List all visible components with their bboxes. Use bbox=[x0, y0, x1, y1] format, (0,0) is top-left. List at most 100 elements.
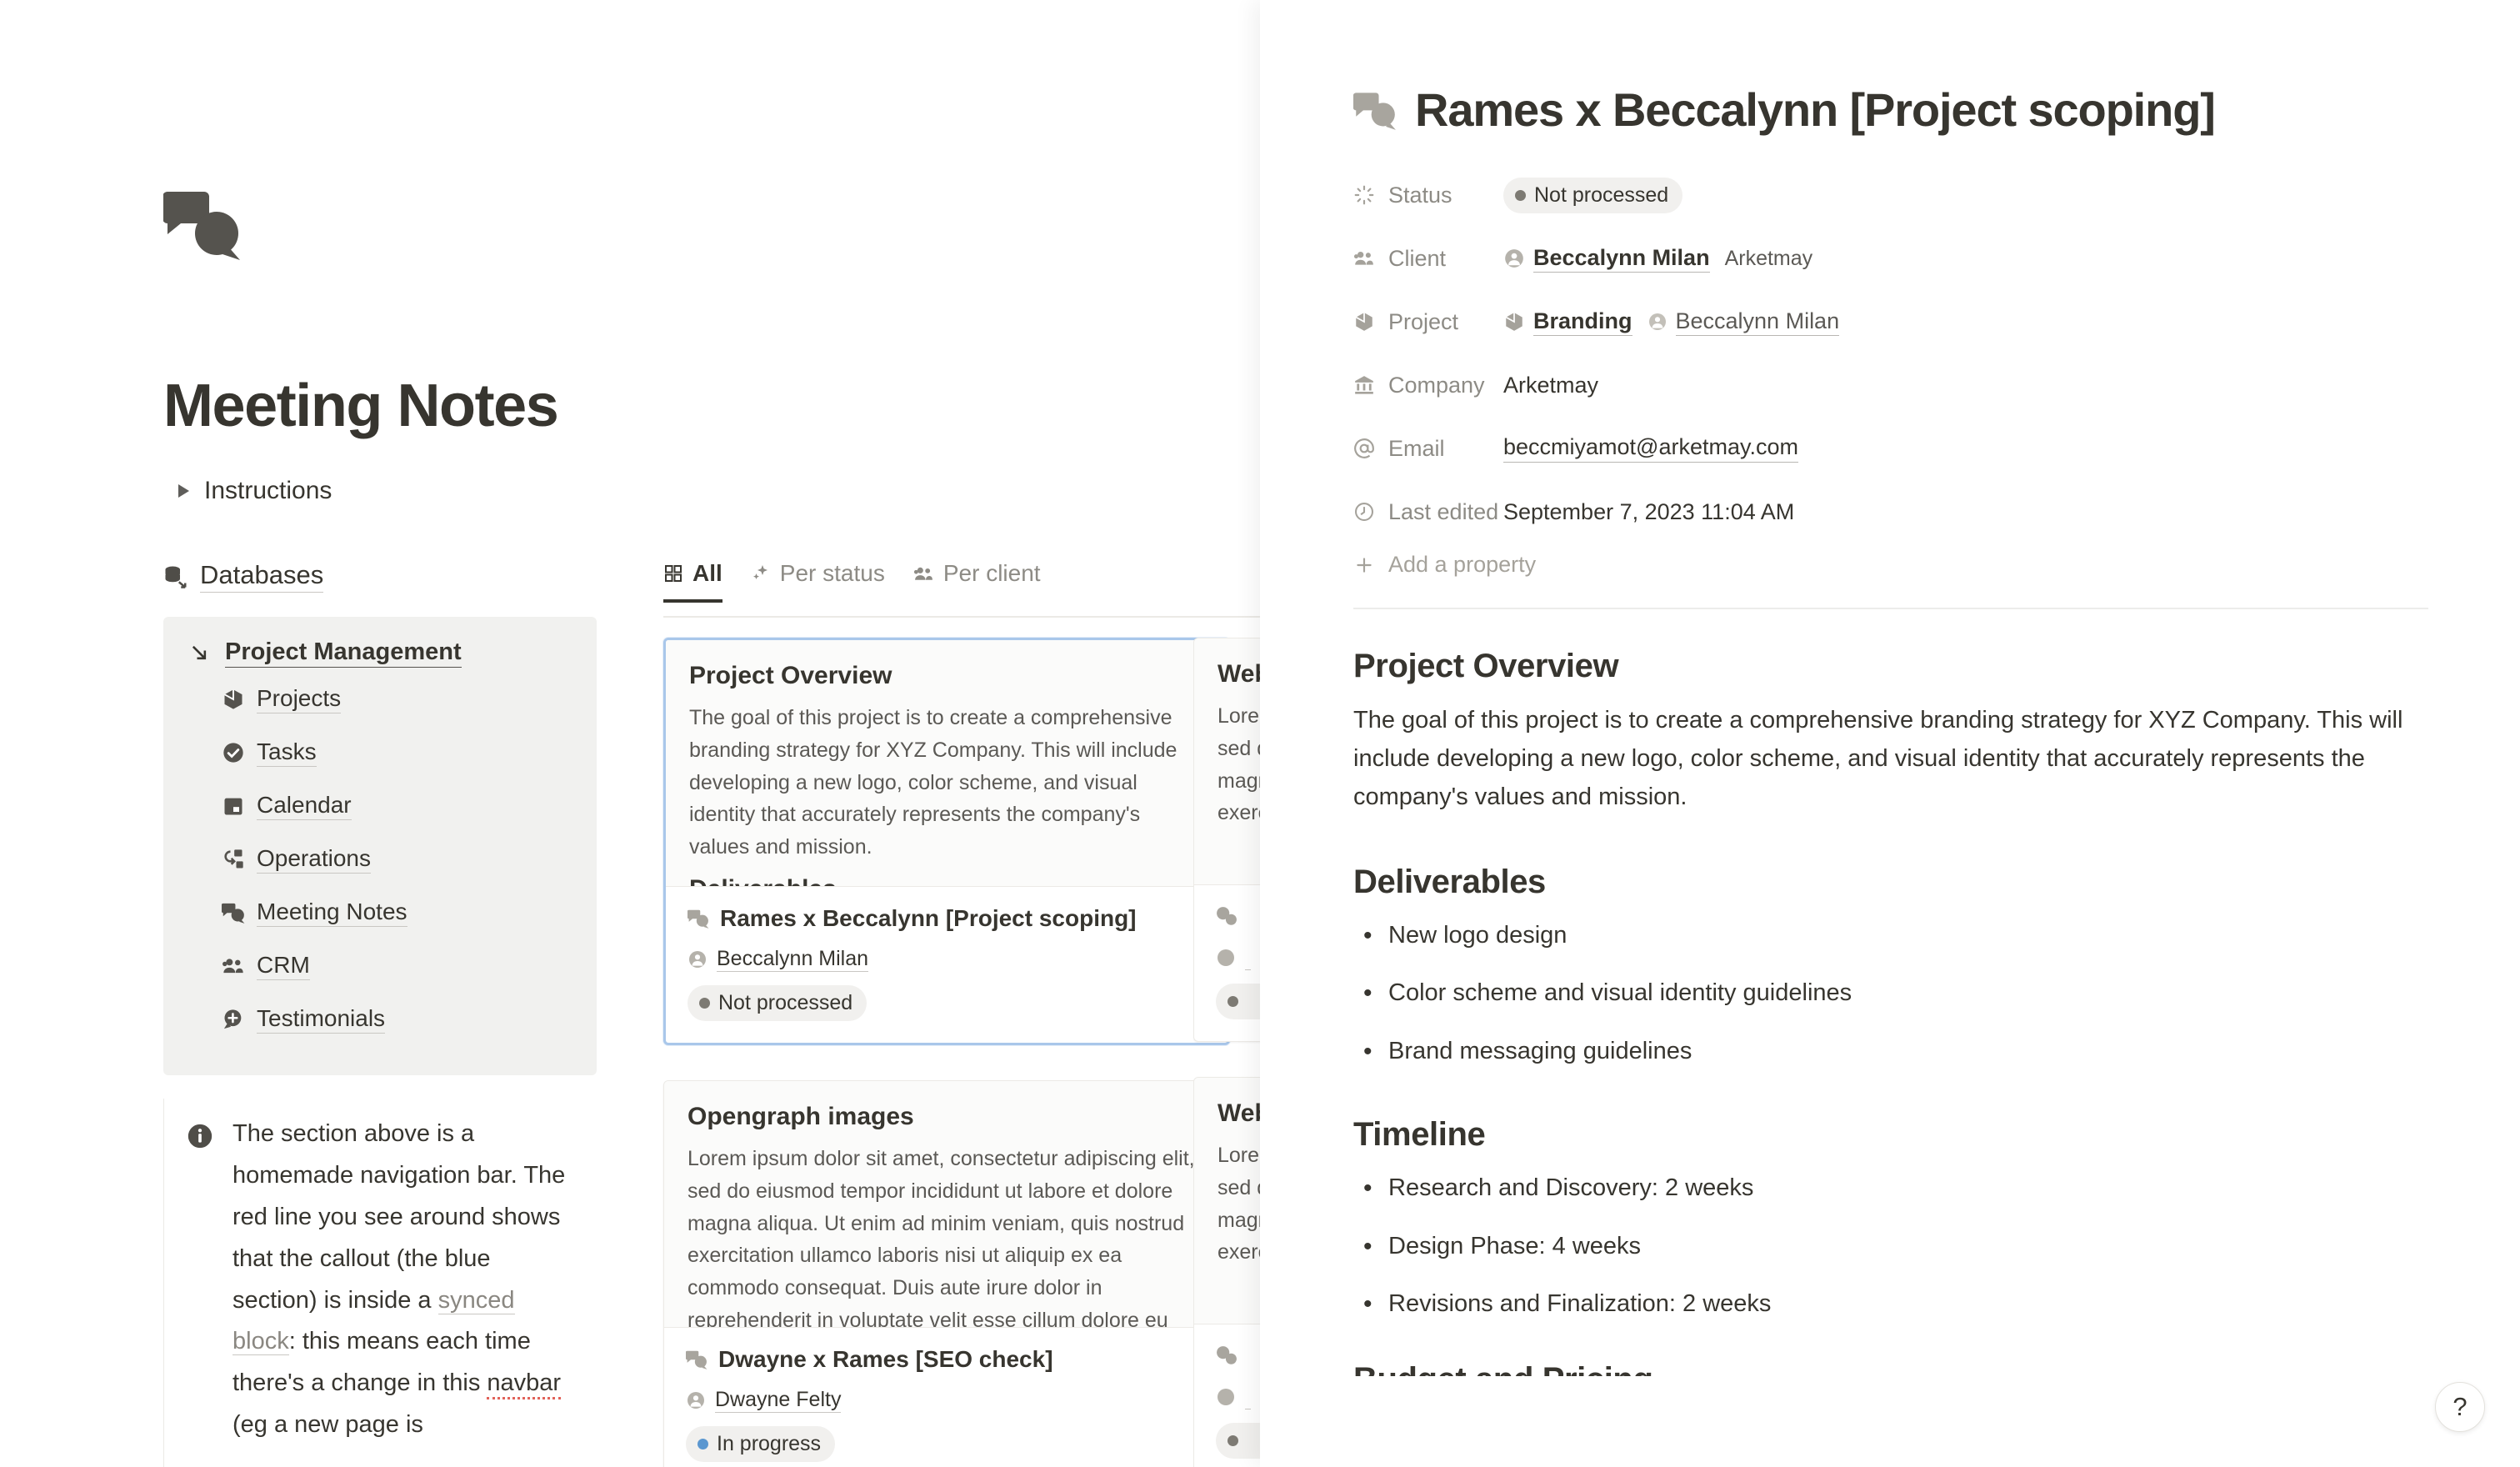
person-circle-icon bbox=[1216, 948, 1236, 968]
navigation-card: Project Management Projects Tasks Calend… bbox=[163, 617, 597, 1075]
sidebar-item-project-management[interactable]: Project Management bbox=[188, 638, 572, 668]
clock-icon bbox=[1353, 501, 1375, 523]
databases-heading[interactable]: Databases bbox=[163, 560, 324, 593]
card-body bbox=[1194, 885, 1260, 1041]
card-preview: Project Overview The goal of this projec… bbox=[666, 640, 1228, 887]
property-label[interactable]: Last edited bbox=[1353, 499, 1503, 525]
help-button[interactable]: ? bbox=[2435, 1382, 2485, 1432]
property-label-text: Last edited bbox=[1388, 498, 1499, 524]
sidebar-item-label: Meeting Notes bbox=[257, 899, 408, 927]
add-property-label: Add a property bbox=[1388, 552, 1537, 578]
list-item: Revisions and Finalization: 2 weeks bbox=[1353, 1285, 2428, 1322]
status-badge[interactable]: In progress bbox=[686, 1426, 836, 1462]
property-label[interactable]: Status bbox=[1353, 183, 1503, 208]
card-title-label bbox=[1248, 904, 1255, 930]
property-label-text: Status bbox=[1388, 182, 1452, 208]
property-label[interactable]: Company bbox=[1353, 373, 1503, 398]
list-item: New logo design bbox=[1353, 917, 2428, 954]
card-person[interactable] bbox=[1216, 945, 1260, 970]
card-person-label bbox=[1245, 945, 1251, 970]
sidebar-item-meeting-notes[interactable]: Meeting Notes bbox=[222, 886, 572, 939]
sidebar-item-projects[interactable]: Projects bbox=[222, 673, 572, 726]
sidebar-item-crm[interactable]: CRM bbox=[222, 939, 572, 993]
misspelled-word: navbar bbox=[487, 1369, 562, 1400]
card-preview-body: Lorem ipsum dolor sit amet, consectetur … bbox=[1218, 704, 1260, 825]
cube-icon bbox=[1353, 311, 1375, 333]
card-title-label bbox=[1248, 1343, 1255, 1369]
sidebar-item-tasks[interactable]: Tasks bbox=[222, 726, 572, 779]
sidebar-item-testimonials[interactable]: Testimonials bbox=[222, 993, 572, 1046]
card-title-row[interactable] bbox=[1216, 904, 1260, 930]
speech-bubbles-icon bbox=[1353, 88, 1397, 132]
card-preview-body: Lorem ipsum dolor sit amet, consectetur … bbox=[1218, 1144, 1260, 1264]
property-value: September 7, 2023 11:04 AM bbox=[1503, 499, 1794, 525]
status-badge[interactable] bbox=[1216, 1423, 1260, 1459]
speech-bubbles-icon bbox=[1216, 906, 1238, 928]
last-edited-value: September 7, 2023 11:04 AM bbox=[1503, 498, 1795, 524]
speech-bubbles-icon bbox=[686, 1349, 708, 1370]
gallery-card[interactable]: Website copy Lorem ipsum dolor sit amet,… bbox=[1193, 638, 1260, 1042]
speech-bubbles-icon bbox=[688, 908, 709, 929]
card-preview: Opengraph images Lorem ipsum dolor sit a… bbox=[664, 1081, 1229, 1328]
gallery-card[interactable]: Opengraph images Lorem ipsum dolor sit a… bbox=[663, 1080, 1230, 1467]
paragraph-project-overview: The goal of this project is to create a … bbox=[1353, 707, 2403, 811]
property-value[interactable]: Arketmay bbox=[1503, 373, 1598, 398]
property-label[interactable]: Client bbox=[1353, 246, 1503, 272]
status-label bbox=[1247, 989, 1260, 1014]
tab-per-status[interactable]: Per status bbox=[751, 560, 885, 603]
status-badge[interactable] bbox=[1216, 984, 1260, 1019]
speech-bubbles-icon bbox=[163, 185, 243, 265]
property-label[interactable]: Email bbox=[1353, 436, 1503, 462]
status-dot bbox=[1228, 1435, 1238, 1446]
property-value[interactable]: beccmiyamot@arketmay.com bbox=[1503, 434, 1798, 463]
speech-bubbles-icon bbox=[1216, 1345, 1238, 1367]
status-dot bbox=[1515, 189, 1526, 201]
gallery-card[interactable]: Website copy Lorem ipsum dolor sit amet,… bbox=[1193, 1077, 1260, 1467]
property-label-text: Email bbox=[1388, 435, 1445, 461]
tab-label: Per status bbox=[779, 560, 885, 586]
property-value[interactable]: Beccalynn Milan Arketmay bbox=[1503, 245, 1812, 273]
heading-project-overview: Project Overview bbox=[1353, 648, 1619, 685]
status-badge[interactable]: Not processed bbox=[1503, 177, 1683, 213]
tab-label: All bbox=[692, 560, 722, 586]
instructions-toggle[interactable]: Instructions bbox=[167, 477, 332, 505]
property-label[interactable]: Project bbox=[1353, 309, 1503, 335]
tab-per-client[interactable]: Per client bbox=[913, 560, 1041, 603]
cube-icon bbox=[1503, 311, 1525, 333]
add-property-button[interactable]: Add a property bbox=[1353, 552, 2428, 578]
card-person-label: Dwayne Felty bbox=[715, 1388, 842, 1413]
person-circle-icon bbox=[688, 949, 708, 969]
at-sign-icon bbox=[1353, 438, 1375, 459]
property-value[interactable]: Branding Beccalynn Milan bbox=[1503, 308, 1840, 336]
sidebar-item-calendar[interactable]: Calendar bbox=[222, 779, 572, 833]
property-value[interactable]: Not processed bbox=[1503, 177, 1683, 213]
peek-title-text: Rames x Beccalynn [Project scoping] bbox=[1415, 83, 2216, 136]
workflow-icon bbox=[222, 848, 245, 871]
company-name: Arketmay bbox=[1503, 372, 1599, 398]
sidebar-item-label: Tasks bbox=[257, 739, 317, 767]
project-name: Branding bbox=[1533, 308, 1632, 336]
status-badge[interactable]: Not processed bbox=[688, 985, 868, 1021]
card-title-label: Dwayne x Rames [SEO check] bbox=[718, 1346, 1053, 1372]
sidebar-item-label: CRM bbox=[257, 952, 310, 980]
card-person[interactable]: Beccalynn Milan bbox=[688, 947, 1206, 972]
project-related-person-chip[interactable]: Beccalynn Milan bbox=[1648, 308, 1840, 336]
card-person[interactable] bbox=[1216, 1384, 1260, 1409]
nav-parent-label: Project Management bbox=[225, 638, 462, 668]
card-person-label: Beccalynn Milan bbox=[717, 947, 869, 972]
sidebar-item-label: Projects bbox=[257, 685, 342, 713]
project-relation-chip[interactable]: Branding bbox=[1503, 308, 1632, 336]
card-title-row[interactable]: Rames x Beccalynn [Project scoping] bbox=[688, 905, 1206, 932]
loading-spinner-icon bbox=[1353, 184, 1375, 206]
gallery-card[interactable]: Project Overview The goal of this projec… bbox=[663, 638, 1230, 1045]
list-item: Research and Discovery: 2 weeks bbox=[1353, 1169, 2428, 1206]
client-relation-chip[interactable]: Beccalynn Milan bbox=[1503, 245, 1710, 273]
sidebar-item-operations[interactable]: Operations bbox=[222, 833, 572, 886]
card-title-row[interactable] bbox=[1216, 1343, 1260, 1369]
gallery-column-clipped: Website copy Lorem ipsum dolor sit amet,… bbox=[1193, 638, 1260, 1467]
tab-all[interactable]: All bbox=[663, 560, 722, 603]
people-icon bbox=[222, 954, 245, 978]
card-title-row[interactable]: Dwayne x Rames [SEO check] bbox=[686, 1346, 1208, 1373]
instructions-label: Instructions bbox=[204, 477, 332, 504]
card-person[interactable]: Dwayne Felty bbox=[686, 1388, 1208, 1413]
